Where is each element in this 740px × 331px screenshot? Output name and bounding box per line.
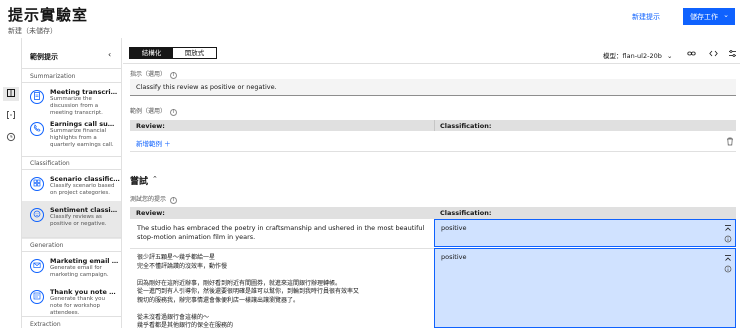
examples-label-text: 範例（選用） <box>130 108 167 115</box>
page-subtitle: 新建（未儲存） <box>8 27 57 35</box>
classification-icon <box>30 177 44 191</box>
app-header: 提示實驗室 新建（未儲存） 新建提示 儲存工作 ⌄ <box>0 0 740 38</box>
sample-card-earnings-call[interactable]: Earnings call summary Summarize financia… <box>22 115 121 153</box>
book-icon[interactable] <box>5 88 17 100</box>
collapse-row-icon[interactable] <box>724 254 732 264</box>
new-prompt-link[interactable]: 新建提示 <box>632 12 660 22</box>
model-selector[interactable]: 模型：flan-ul2-20b ⌄ <box>603 50 672 60</box>
card-description: Summarize financial highlights from a qu… <box>50 128 114 148</box>
save-work-button[interactable]: 儲存工作 ⌄ <box>683 8 735 25</box>
mode-structured-tab[interactable]: 結構化 <box>130 48 173 58</box>
test-row-2-output-cell[interactable] <box>434 248 736 328</box>
page-title: 提示實驗室 <box>8 6 89 24</box>
info-icon[interactable] <box>724 265 732 275</box>
collapse-panel-icon[interactable]: ‹ <box>108 50 111 59</box>
column-divider <box>434 120 435 131</box>
examples-table: Review: Classification: <box>130 120 736 152</box>
section-generation-label: Generation <box>30 242 64 249</box>
instruction-label: 指示（選用） i <box>130 69 178 79</box>
left-rail <box>0 38 22 328</box>
examples-table-header: Review: Classification: <box>130 120 736 131</box>
history-icon[interactable] <box>5 132 17 144</box>
divider <box>22 237 121 238</box>
chevron-up-icon[interactable]: ⌃ <box>152 175 158 183</box>
column-header-review: Review: <box>136 122 165 130</box>
card-description: Summarize the discussion from a meeting … <box>50 96 103 116</box>
examples-label: 範例（選用） i <box>130 106 178 116</box>
test-row-1-input[interactable]: The studio has embraced the poetry in cr… <box>137 224 429 241</box>
editor-toolbar: 結構化 開放式 模型：flan-ul2-20b ⌄ <box>123 44 740 64</box>
save-work-label: 儲存工作 <box>690 12 718 21</box>
email-icon <box>30 259 44 273</box>
info-icon[interactable] <box>724 235 732 245</box>
test-row-2-input[interactable]: 很少評五顆星～幾乎都給一星 完全不懂評論讚的沒效率，動作慢 因為剛好在這附近辦事… <box>137 254 429 331</box>
info-icon[interactable]: i <box>170 72 178 79</box>
chevron-down-icon: ⌄ <box>666 52 673 60</box>
sentiment-icon <box>30 208 44 222</box>
divider <box>22 68 121 69</box>
column-header-classification: Classification: <box>440 122 492 130</box>
trash-icon[interactable] <box>726 137 734 148</box>
divider <box>130 151 736 152</box>
card-description: Classify scenario based on project categ… <box>50 183 115 196</box>
note-icon <box>30 290 44 304</box>
model-label: 模型：flan-ul2-20b <box>603 52 662 60</box>
try-section-title: 嘗試 <box>130 177 149 187</box>
divider <box>22 316 121 317</box>
test-row-1-output: positive <box>441 224 467 232</box>
brackets-icon[interactable] <box>5 110 17 122</box>
mode-freeform-tab[interactable]: 開放式 <box>173 48 216 58</box>
test-row-1-output-cell[interactable] <box>434 219 736 247</box>
collapse-row-icon[interactable] <box>724 224 732 234</box>
test-prompt-label: 測試您的提示 i <box>130 194 178 204</box>
info-icon[interactable]: i <box>170 197 178 204</box>
card-title: Meeting transcript s... <box>50 88 120 96</box>
link-icon[interactable] <box>687 49 696 60</box>
sample-card-sentiment-classification[interactable]: Sentiment classifica... Classify reviews… <box>22 201 121 239</box>
section-summarization-label: Summarization <box>30 73 76 80</box>
column-header-classification: Classification: <box>440 209 492 217</box>
section-extraction-label: Extraction <box>30 321 61 328</box>
column-header-review: Review: <box>136 209 165 217</box>
card-description: Generate email for marketing campaign. <box>50 265 109 278</box>
card-title: Thank you note gene... <box>50 288 120 296</box>
card-title: Marketing email gen... <box>50 257 120 265</box>
card-description: Classify reviews as positive or negative… <box>50 214 107 227</box>
add-example-button[interactable]: 新增範例 ＋ <box>136 138 171 148</box>
card-title: Earnings call summary <box>50 120 120 128</box>
test-row-2-output: positive <box>441 253 467 261</box>
mode-switcher: 結構化 開放式 <box>129 47 217 59</box>
code-icon[interactable] <box>709 49 718 60</box>
sample-prompts-title: 範例提示 <box>30 53 58 61</box>
info-icon[interactable]: i <box>170 109 178 116</box>
instruction-label-text: 指示（選用） <box>130 71 167 78</box>
settings-sliders-icon[interactable] <box>728 49 737 60</box>
card-title: Sentiment classifica... <box>50 206 120 214</box>
card-description: Generate thank you note for workshop att… <box>50 296 105 316</box>
chevron-down-icon: ⌄ <box>723 11 729 19</box>
section-classification-label: Classification <box>30 160 70 167</box>
test-prompt-label-text: 測試您的提示 <box>130 196 167 203</box>
instruction-input[interactable]: Classify this review as positive or nega… <box>130 79 736 96</box>
divider <box>22 156 121 157</box>
document-icon <box>30 90 44 104</box>
sample-prompts-panel: 範例提示 ‹ Summarization Meeting transcript … <box>22 38 122 328</box>
test-table-header: Review: Classification: <box>130 207 736 219</box>
card-title: Scenario classification <box>50 175 120 183</box>
phone-icon <box>30 122 44 136</box>
